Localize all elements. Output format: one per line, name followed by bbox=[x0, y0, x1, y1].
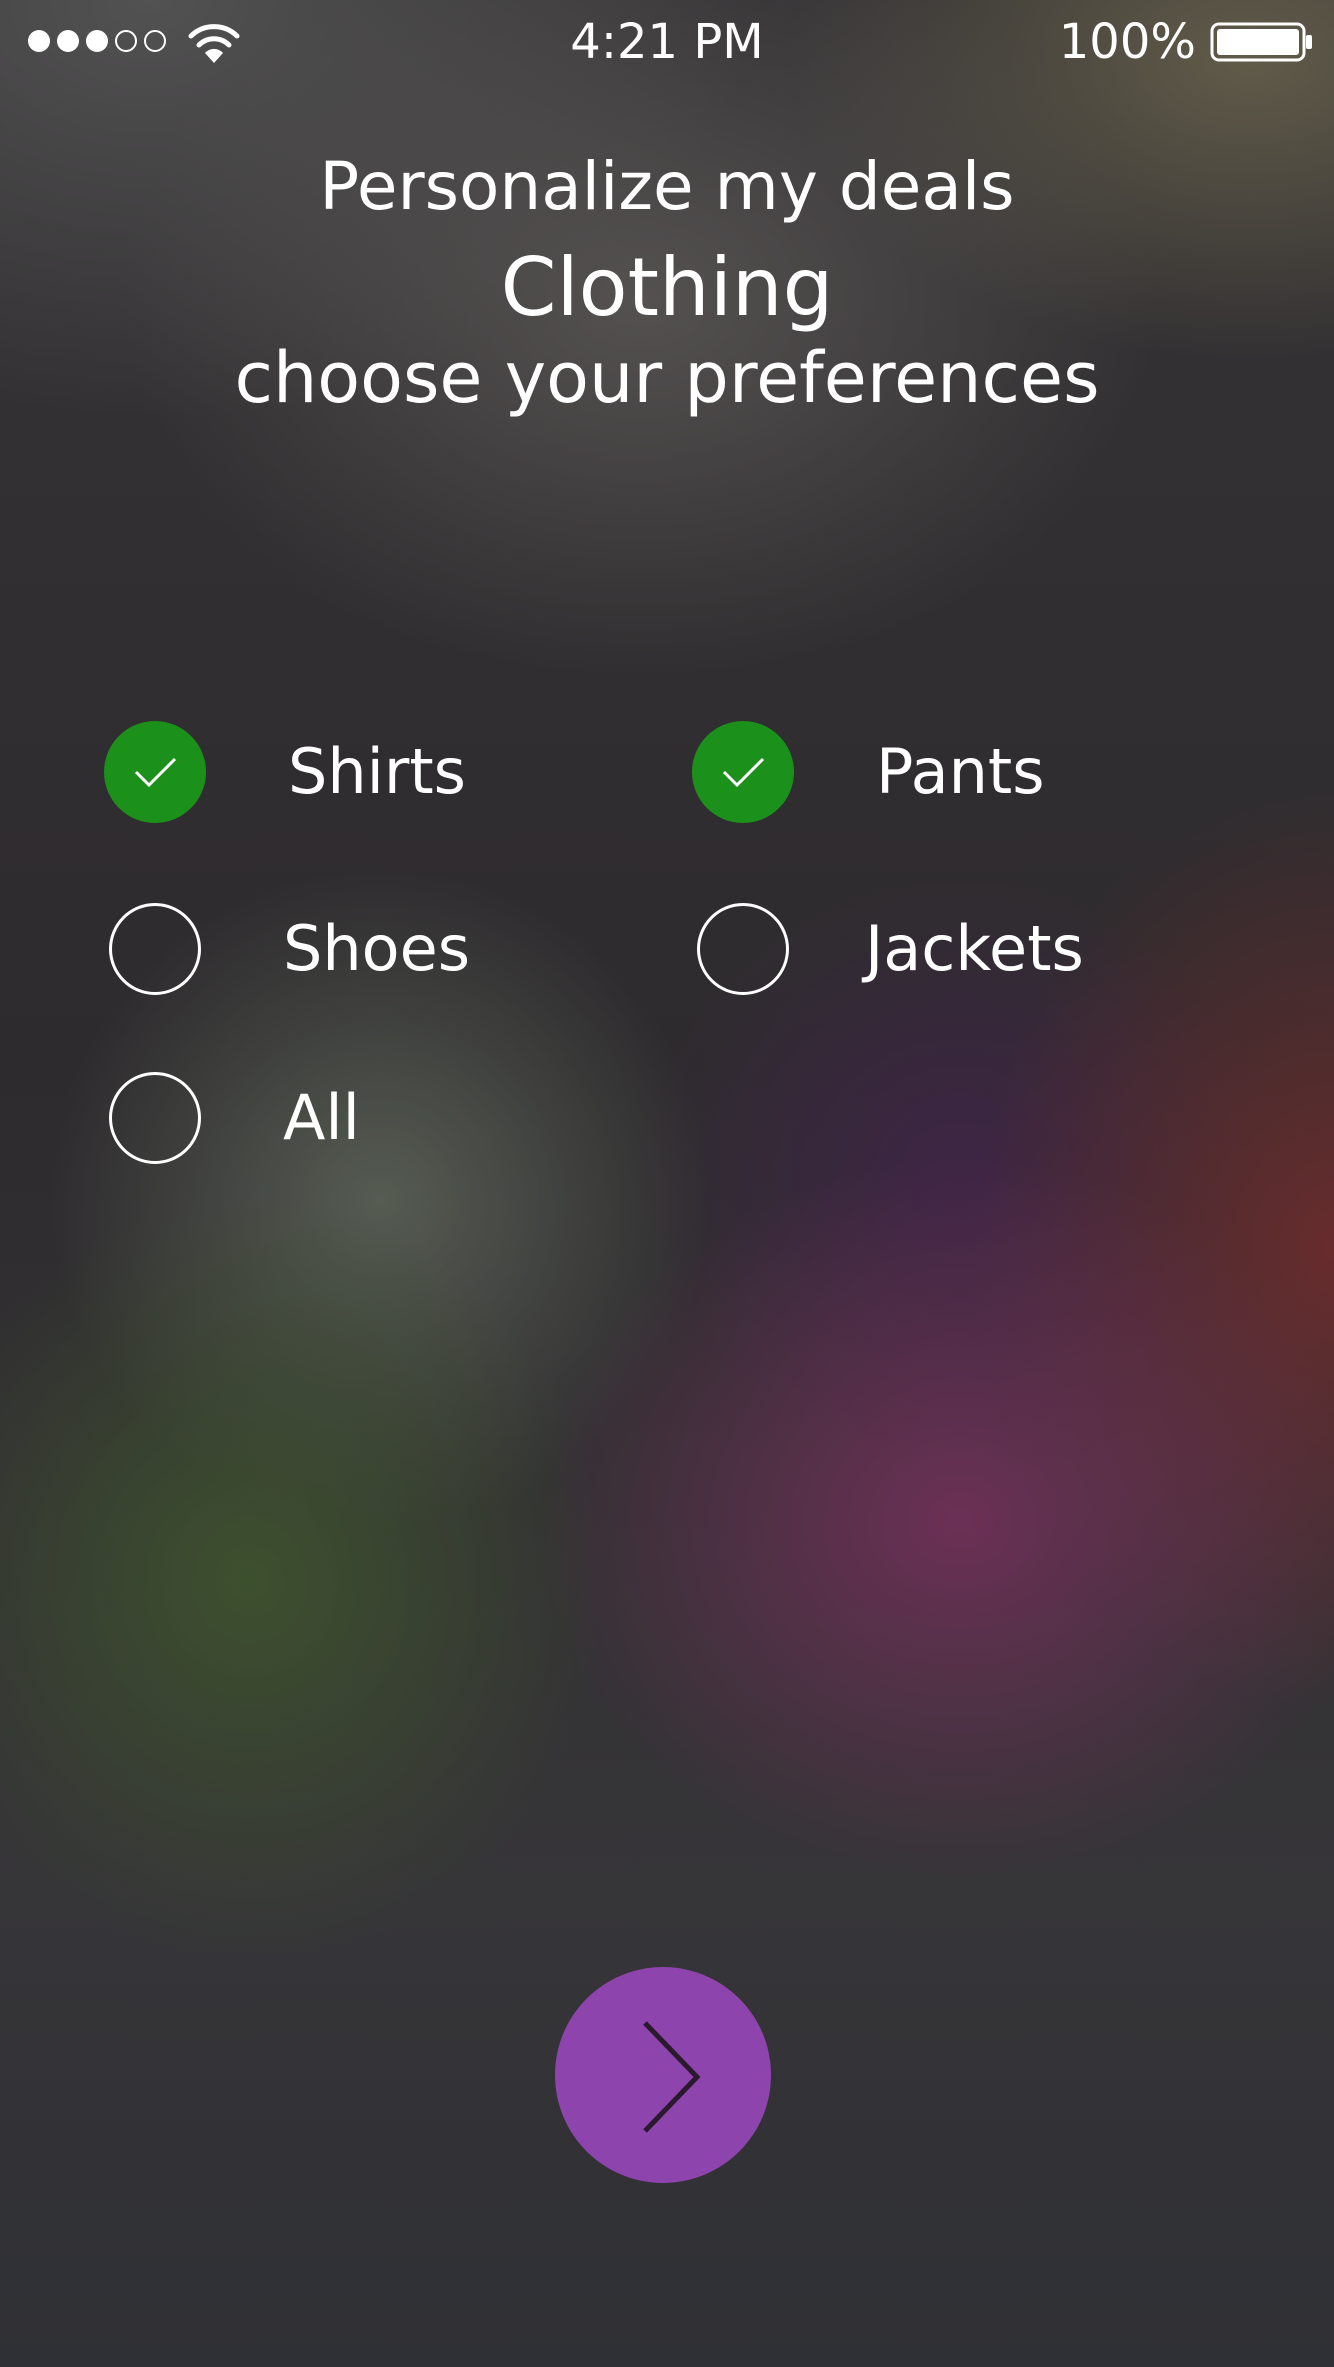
chevron-right-icon bbox=[643, 2021, 701, 2133]
option-label: Shoes bbox=[283, 912, 471, 985]
checkbox-unchecked[interactable] bbox=[109, 903, 201, 995]
option-label: All bbox=[283, 1081, 360, 1154]
checkbox-unchecked[interactable] bbox=[109, 1072, 201, 1164]
battery-icon bbox=[1210, 22, 1312, 62]
checkmark-icon bbox=[134, 757, 177, 788]
checkbox-unchecked[interactable] bbox=[697, 903, 789, 995]
option-label: Pants bbox=[876, 735, 1045, 808]
checkbox-checked[interactable] bbox=[104, 721, 206, 823]
status-bar: 4:21 PM 100% bbox=[0, 0, 1334, 84]
checkbox-checked[interactable] bbox=[692, 721, 794, 823]
option-label: Shirts bbox=[288, 735, 466, 808]
option-pants[interactable]: Pants bbox=[692, 717, 1045, 827]
option-label: Jackets bbox=[865, 912, 1084, 985]
page-title: Personalize my deals bbox=[319, 148, 1015, 225]
option-jackets[interactable]: Jackets bbox=[692, 894, 1084, 1004]
next-button[interactable] bbox=[555, 1967, 771, 2183]
category-title: Clothing bbox=[500, 241, 834, 334]
battery-percentage: 100% bbox=[1058, 14, 1196, 70]
option-all[interactable]: All bbox=[104, 1063, 360, 1173]
option-shirts[interactable]: Shirts bbox=[104, 717, 466, 827]
page-subtitle: choose your preferences bbox=[234, 337, 1100, 419]
checkmark-icon bbox=[722, 757, 765, 788]
option-shoes[interactable]: Shoes bbox=[104, 894, 470, 1004]
